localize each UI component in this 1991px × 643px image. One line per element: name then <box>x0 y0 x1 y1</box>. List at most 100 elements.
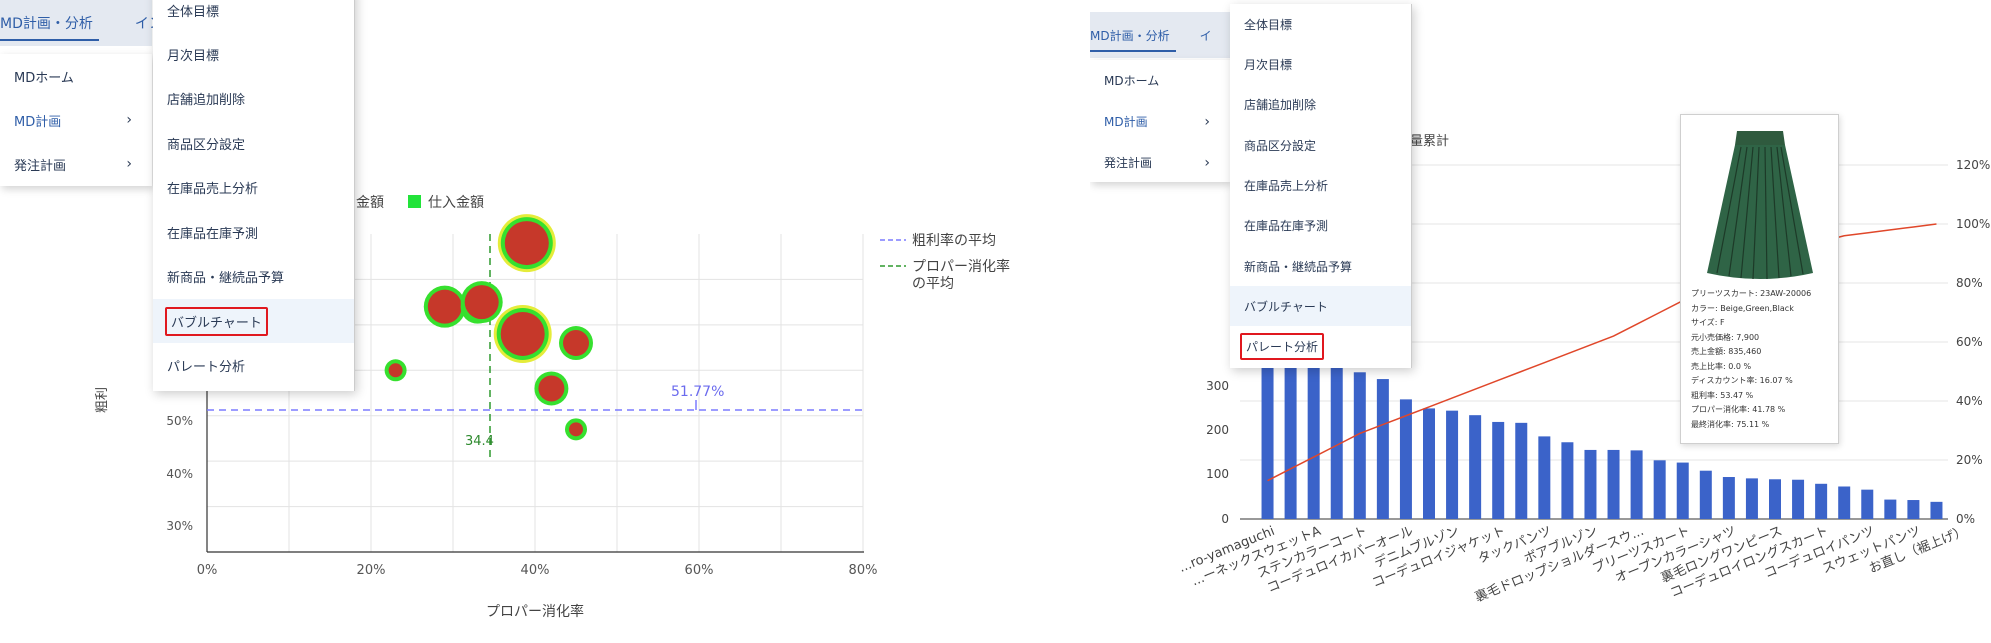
tab-md-plan-analysis[interactable]: MD計画・分析 <box>0 13 99 41</box>
pleated-skirt-icon <box>1707 131 1813 280</box>
bar[interactable] <box>1284 361 1297 519</box>
dropdown-item-label: パレート分析 <box>167 359 246 375</box>
bar[interactable] <box>1423 408 1435 519</box>
bar[interactable] <box>1492 421 1505 519</box>
dropdown-item-overall-target[interactable]: 全体目標 <box>153 0 354 32</box>
y-axis-title: 粗利 <box>95 387 110 413</box>
tab-md-plan-analysis[interactable]: MD計画・分析 <box>1090 27 1176 52</box>
dropdown-item-label: 店舗追加削除 <box>1244 98 1317 112</box>
bar[interactable] <box>1861 489 1874 519</box>
tooltip-line: ディスカウント率: 16.07 % <box>1691 376 1793 385</box>
bar[interactable] <box>1515 422 1528 519</box>
bubble-core <box>500 311 545 356</box>
bar[interactable] <box>1930 501 1943 519</box>
dropdown-item-pareto-analysis[interactable]: パレート分析 <box>153 343 354 387</box>
bar[interactable] <box>1838 486 1851 519</box>
tooltip-line: 元小売価格: 7,900 <box>1691 332 1760 342</box>
bar[interactable] <box>1561 442 1574 519</box>
bubble[interactable] <box>534 371 569 406</box>
x-tick-label: 20% <box>357 563 386 578</box>
bar[interactable] <box>1884 499 1897 519</box>
bar[interactable] <box>1307 361 1320 519</box>
bar[interactable] <box>1653 460 1666 519</box>
bar[interactable] <box>1745 478 1758 519</box>
bar[interactable] <box>1538 436 1551 519</box>
tooltip-line: サイズ: F <box>1691 318 1725 327</box>
bubble[interactable] <box>497 214 556 273</box>
dropdown-item-bubble-chart[interactable]: バブルチャート <box>153 299 354 343</box>
pareto-chart-screen: 量累計 0 100 200 300 0% 20% 40% 60% 80% 100% 120%… <box>1090 0 1991 643</box>
y-tick-label: 30% <box>166 519 193 533</box>
dropdown-item-label: 全体目標 <box>1244 17 1293 32</box>
submenu-item-md-home[interactable]: MDホーム <box>0 54 152 98</box>
bar[interactable] <box>1792 479 1805 519</box>
dropdown-item-product-category[interactable]: 商品区分設定 <box>153 121 354 165</box>
x-tick-labels: 0% 20% 40% 60% 80% <box>197 563 878 578</box>
chart-title-partial: 量累計 <box>1410 133 1449 149</box>
submenu-item-label: 発注計画 <box>1104 156 1153 170</box>
dropdown-item-pareto-analysis[interactable]: パレート分析 <box>1230 326 1411 366</box>
dropdown-item-label: パレート分析 <box>1240 332 1325 360</box>
dropdown-item-stock-sales-analysis[interactable]: 在庫品売上分析 <box>153 165 354 210</box>
main-tab-bar: MD計画・分析 イン <box>0 0 163 46</box>
submenu-item-md-home[interactable]: MDホーム <box>1090 60 1230 101</box>
dropdown-item-new-product-budget[interactable]: 新商品・継続品予算 <box>153 254 354 299</box>
dropdown-item-product-category[interactable]: 商品区分設定 <box>1230 125 1411 165</box>
submenu-item-order-plan[interactable]: 発注計画 › <box>0 142 152 186</box>
dropdown-item-stock-sales-analysis[interactable]: 在庫品売上分析 <box>1230 165 1411 205</box>
legend-purchase-label: 仕入金額 <box>428 195 484 211</box>
bar[interactable] <box>1630 450 1643 519</box>
bar[interactable] <box>1469 415 1482 519</box>
y2-tick-label: 60% <box>1956 335 1983 349</box>
bubble[interactable] <box>460 281 503 324</box>
bubble[interactable] <box>493 304 552 363</box>
bubble[interactable] <box>559 326 593 361</box>
dropdown-item-overall-target[interactable]: 全体目標 <box>1230 4 1411 44</box>
dropdown-item-stock-forecast[interactable]: 在庫品在庫予測 <box>153 210 354 254</box>
bar[interactable] <box>1584 449 1597 519</box>
y-tick-label: 300 <box>1206 379 1229 393</box>
bar[interactable] <box>1815 483 1828 519</box>
tab-inventory[interactable]: イ <box>1194 27 1218 44</box>
chevron-right-icon: › <box>126 156 132 172</box>
bar[interactable] <box>1676 462 1689 519</box>
bar[interactable] <box>1607 449 1620 519</box>
avg-margin-value: 51.77% <box>671 384 724 400</box>
analysis-dropdown: 全体目標 月次目標 店舗追加削除 商品区分設定 在庫品売上分析 在庫品在庫予測 … <box>1230 4 1412 368</box>
submenu-item-order-plan[interactable]: 発注計画 › <box>1090 142 1230 183</box>
bubble[interactable] <box>565 418 587 441</box>
dropdown-item-monthly-target[interactable]: 月次目標 <box>1230 44 1411 84</box>
bubble[interactable] <box>423 285 466 328</box>
tooltip-line: 粗利率: 53.47 % <box>1691 390 1754 400</box>
bubble-core <box>388 363 403 378</box>
bubble[interactable] <box>384 359 407 382</box>
bar[interactable] <box>1330 361 1343 519</box>
bar[interactable] <box>1907 500 1920 519</box>
dropdown-item-store-add-remove[interactable]: 店舗追加削除 <box>153 76 354 121</box>
dropdown-item-new-product-budget[interactable]: 新商品・継続品予算 <box>1230 246 1411 286</box>
dropdown-item-label: 在庫品売上分析 <box>167 182 259 197</box>
y2-tick-label: 0% <box>1956 512 1975 526</box>
dropdown-item-bubble-chart[interactable]: バブルチャート <box>1230 286 1411 326</box>
chevron-right-icon: › <box>1204 154 1210 171</box>
dropdown-item-label: 在庫品在庫予測 <box>167 226 259 242</box>
submenu-item-label: MDホーム <box>14 70 74 86</box>
submenu-item-md-plan[interactable]: MD計画 › <box>0 98 152 142</box>
product-tooltip: プリーツスカート: 23AW-20006 カラー: Beige,Green,Bl… <box>1680 114 1839 444</box>
tooltip-line: 最終消化率: 75.11 % <box>1691 419 1770 429</box>
bar[interactable] <box>1261 361 1274 519</box>
dropdown-item-stock-forecast[interactable]: 在庫品在庫予測 <box>1230 205 1411 246</box>
bar[interactable] <box>1446 410 1459 519</box>
dropdown-item-monthly-target[interactable]: 月次目標 <box>153 32 354 76</box>
submenu-item-md-plan[interactable]: MD計画 › <box>1090 101 1230 142</box>
y-tick-labels: 50% 40% 30% <box>166 414 193 533</box>
bar[interactable] <box>1353 372 1366 519</box>
bar[interactable] <box>1376 379 1389 519</box>
y2-tick-label: 40% <box>1956 394 1983 408</box>
dropdown-item-store-add-remove[interactable]: 店舗追加削除 <box>1230 84 1411 125</box>
bar[interactable] <box>1699 470 1712 519</box>
dropdown-item-label: 新商品・継続品予算 <box>1244 259 1353 274</box>
bar[interactable] <box>1769 479 1781 519</box>
bar[interactable] <box>1722 477 1735 519</box>
dropdown-item-label: 店舗追加削除 <box>167 93 246 108</box>
